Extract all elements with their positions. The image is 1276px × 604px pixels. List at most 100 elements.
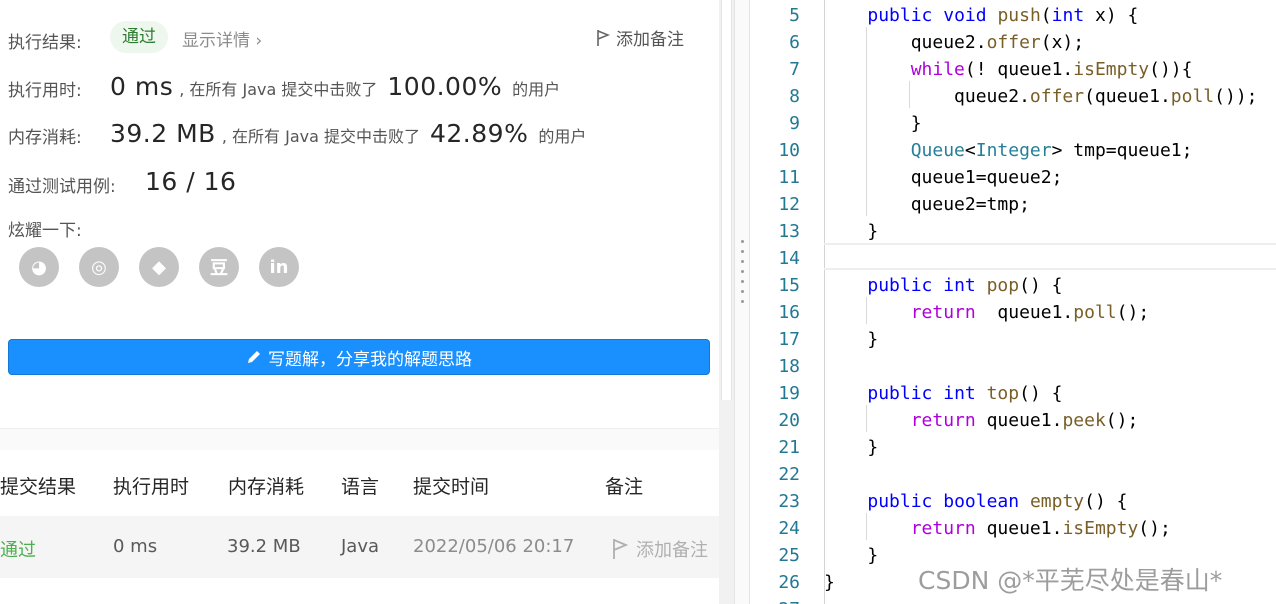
submission-time: 0 ms xyxy=(113,536,158,557)
code-line: 23 public boolean empty() { xyxy=(751,488,1276,515)
time-beat-text: , 在所有 Java 提交中击败了 xyxy=(179,80,378,99)
code-text: queue2.offer(x); xyxy=(824,32,1085,53)
watermark: CSDN @*平芜尽处是春山* xyxy=(918,566,1223,595)
code-text: return queue1.peek(); xyxy=(910,410,1139,431)
column-header-result[interactable]: 提交结果 xyxy=(0,472,76,499)
flag-icon xyxy=(613,539,628,559)
column-header-language[interactable]: 语言 xyxy=(341,472,379,499)
line-number: 23 xyxy=(778,491,800,512)
add-note-button[interactable]: 添加备注 xyxy=(596,25,684,50)
code-text: queue2.offer(queue1.poll()); xyxy=(824,86,1258,107)
line-number: 24 xyxy=(778,518,800,539)
drag-handle-dot xyxy=(741,280,744,283)
drag-handle-dot xyxy=(741,260,744,263)
code-line: 20 return queue1.peek(); xyxy=(751,407,1276,434)
drag-handle-dot xyxy=(741,250,744,253)
line-number: 9 xyxy=(789,113,800,134)
code-text: Queue<Integer> tmp=queue1; xyxy=(910,140,1193,161)
code-line: 14 xyxy=(751,245,1276,272)
line-number: 25 xyxy=(778,545,800,566)
column-header-time[interactable]: 执行用时 xyxy=(113,472,189,499)
test-cases-label: 通过测试用例: xyxy=(8,177,116,197)
status-badge: 通过 xyxy=(110,21,168,53)
wechat-icon[interactable]: ◕ xyxy=(19,247,59,287)
code-text: public int top() { xyxy=(867,383,1063,404)
table-row[interactable]: 通过 0 ms 39.2 MB Java 2022/05/06 20:17 添加… xyxy=(0,516,719,578)
code-line: 10 Queue<Integer> tmp=queue1; xyxy=(751,137,1276,164)
line-number: 12 xyxy=(778,194,800,215)
show-details-link[interactable]: 显示详情 › xyxy=(182,26,262,51)
submission-timestamp: 2022/05/06 20:17 xyxy=(413,536,575,557)
time-label: 执行用时: xyxy=(8,81,82,101)
code-line: 17 } xyxy=(751,326,1276,353)
code-line: 7 while(! queue1.isEmpty()){ xyxy=(751,56,1276,83)
time-percent: 100.00% xyxy=(387,72,503,101)
time-value: 0 ms xyxy=(110,72,174,101)
drag-handle-dot xyxy=(741,240,744,243)
submission-memory: 39.2 MB xyxy=(227,536,301,557)
column-header-memory[interactable]: 内存消耗 xyxy=(228,472,304,499)
row-add-note-button[interactable]: 添加备注 xyxy=(612,536,708,562)
column-header-submitted[interactable]: 提交时间 xyxy=(413,472,489,499)
line-number: 27 xyxy=(751,596,800,604)
code-line: 22 xyxy=(751,461,1276,488)
code-line: 9 } xyxy=(751,110,1276,137)
drag-handle-dot xyxy=(741,290,744,293)
code-editor[interactable]: 5 public void push(int x) { 6 queue2.off… xyxy=(751,0,1276,604)
line-number: 7 xyxy=(789,59,800,80)
line-number: 15 xyxy=(778,275,800,296)
douban-icon[interactable]: 豆 xyxy=(199,247,239,287)
code-line: 8 queue2.offer(queue1.poll()); xyxy=(751,83,1276,110)
drag-handle-dot xyxy=(741,300,744,303)
row-add-note-label: 添加备注 xyxy=(636,540,708,561)
memory-beat-text: , 在所有 Java 提交中击败了 xyxy=(221,127,420,146)
submission-result-link[interactable]: 通过 xyxy=(0,536,36,562)
code-line: 21 } xyxy=(751,434,1276,461)
code-text: queue1=queue2; xyxy=(824,167,1063,188)
code-text: } xyxy=(824,572,835,593)
test-cases-value: 16 / 16 xyxy=(145,167,237,196)
linkedin-icon[interactable]: in xyxy=(259,247,299,287)
line-number: 22 xyxy=(778,464,800,485)
line-number: 16 xyxy=(778,302,800,323)
code-line: 27 xyxy=(751,596,1276,604)
result-label: 执行结果: xyxy=(8,33,82,53)
column-header-note: 备注 xyxy=(605,476,644,498)
time-tail: 的用户 xyxy=(512,80,561,99)
code-line: 18 xyxy=(751,353,1276,380)
code-text: public void push(int x) { xyxy=(867,5,1139,26)
code-text: } xyxy=(824,221,879,242)
code-line: 15 public int pop() { xyxy=(751,272,1276,299)
code-text: } xyxy=(824,437,879,458)
code-line: 19 public int top() { xyxy=(751,380,1276,407)
line-number: 21 xyxy=(778,437,800,458)
scrollbar-thumb[interactable] xyxy=(721,0,732,400)
submission-language: Java xyxy=(341,536,380,557)
memory-percent: 42.89% xyxy=(430,119,529,148)
code-text: while(! queue1.isEmpty()){ xyxy=(910,59,1193,80)
flag-icon xyxy=(597,29,610,46)
split-pane-handle[interactable] xyxy=(734,0,750,604)
line-number: 6 xyxy=(789,32,800,53)
code-line: 13 } xyxy=(751,218,1276,245)
table-row[interactable] xyxy=(0,578,719,604)
show-details-label: 显示详情 xyxy=(182,31,250,51)
memory-tail: 的用户 xyxy=(538,127,587,146)
qq-icon[interactable]: ◆ xyxy=(139,247,179,287)
line-number: 14 xyxy=(778,248,800,269)
code-text: return queue1.isEmpty(); xyxy=(910,518,1171,539)
line-number: 5 xyxy=(789,5,800,26)
write-solution-button[interactable]: 写题解，分享我的解题思路 xyxy=(8,339,710,375)
code-line: 6 queue2.offer(x); xyxy=(751,29,1276,56)
line-number: 17 xyxy=(778,329,800,350)
line-number: 18 xyxy=(778,356,800,377)
line-number: 11 xyxy=(778,167,800,188)
submissions-table-header: 提交结果 执行用时 内存消耗 语言 提交时间 备注 xyxy=(0,450,719,516)
code-text: } xyxy=(824,545,879,566)
code-line: 24 return queue1.isEmpty(); xyxy=(751,515,1276,542)
share-icons: ◕ ◎ ◆ 豆 in xyxy=(19,247,299,287)
line-number: 26 xyxy=(778,572,800,593)
code-text: public boolean empty() { xyxy=(867,491,1128,512)
weibo-icon[interactable]: ◎ xyxy=(79,247,119,287)
line-number: 8 xyxy=(789,86,800,107)
